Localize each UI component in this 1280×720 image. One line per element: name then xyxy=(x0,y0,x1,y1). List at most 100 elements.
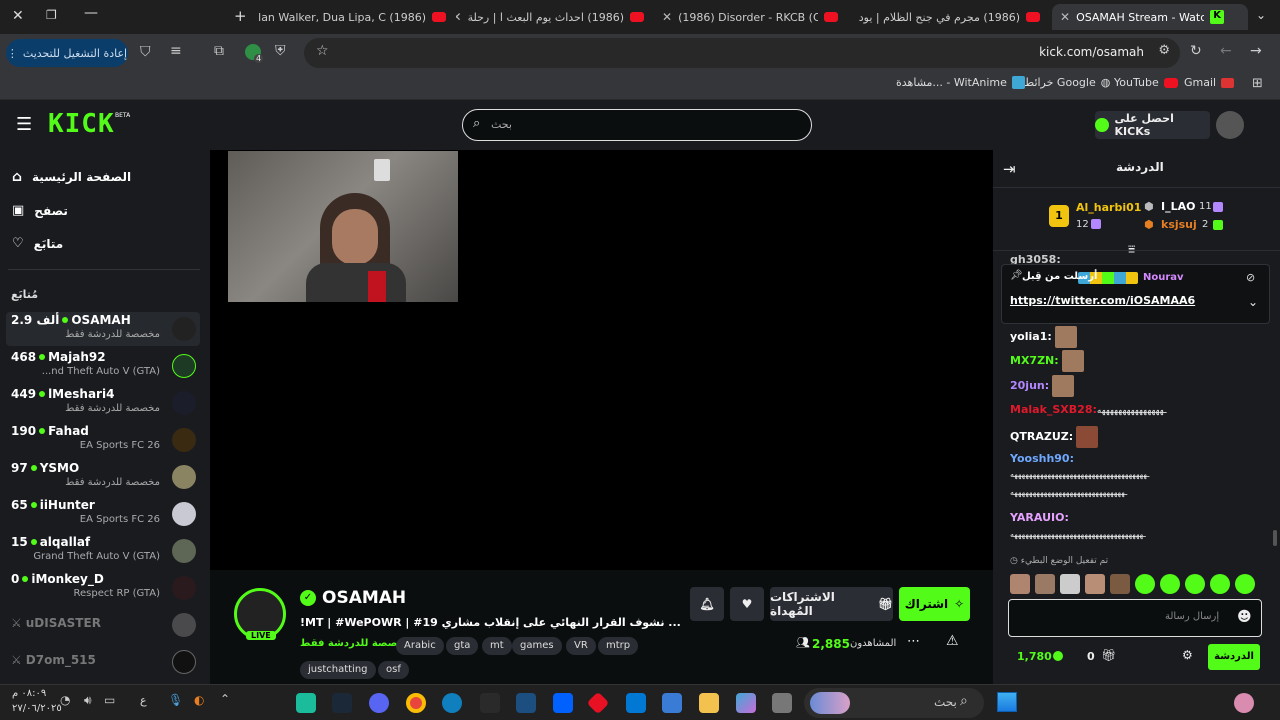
channel-imonkey-d[interactable]: 0 iMonkey_D Respect RP (GTA) xyxy=(6,571,200,605)
tag-arabic[interactable]: Arabic xyxy=(396,637,444,655)
tag-justchatting[interactable]: justchatting xyxy=(300,661,376,679)
extension-shield-icon[interactable]: ⛉ xyxy=(140,44,151,60)
expand-title-icon[interactable]: ⌄ xyxy=(634,614,645,629)
channel-alqallaf[interactable]: 15 alqallaf Grand Theft Auto V (GTA) xyxy=(6,534,200,568)
chat-username[interactable]: 20jun: xyxy=(1010,379,1049,392)
leaderboard-name[interactable]: ksjsuj xyxy=(1161,218,1197,231)
playlist-icon[interactable]: ≡ xyxy=(170,43,182,59)
leaderboard-name[interactable]: Al_harbi01 xyxy=(1076,201,1141,214)
reload-icon[interactable]: ↻ xyxy=(1190,43,1202,59)
mail-icon[interactable] xyxy=(626,693,646,713)
microphone-icon[interactable]: 🎙︎ xyxy=(168,693,183,707)
new-tab-icon[interactable]: + xyxy=(234,7,247,25)
tray-app-icon[interactable]: ◐ xyxy=(194,693,204,707)
close-tab-icon[interactable]: ✕ xyxy=(662,10,672,24)
emote-button[interactable] xyxy=(1085,574,1105,594)
address-field[interactable]: ☆ kick.com/osamah ⚙ xyxy=(304,38,1180,68)
forward-icon[interactable]: ← xyxy=(1220,43,1232,59)
file-explorer-icon[interactable] xyxy=(699,693,719,713)
notifications-button[interactable]: 🔔︎ xyxy=(690,587,724,621)
chat-input[interactable]: إرسال رسالة ☻ xyxy=(1008,599,1262,637)
task-view-icon[interactable] xyxy=(772,693,792,713)
chat-scrollbar[interactable] xyxy=(1273,530,1277,546)
url-text[interactable]: kick.com/osamah xyxy=(1039,45,1144,59)
channel-majah92[interactable]: 468 Majah92 ...nd Theft Auto V (GTA) xyxy=(6,349,200,383)
stream-category[interactable]: مخصصة للدردشة فقط xyxy=(300,638,411,649)
tag-games[interactable]: games xyxy=(512,637,562,655)
get-kicks-button[interactable]: احصل على KICKs xyxy=(1095,111,1210,139)
nav-following[interactable]: ♡ متابَع xyxy=(12,236,63,251)
copilot-icon[interactable] xyxy=(736,693,756,713)
tag-gta[interactable]: gta xyxy=(446,637,479,655)
restore-window-icon[interactable]: ❐ xyxy=(46,8,57,22)
taskbar-search[interactable]: بحث ⌕ xyxy=(804,688,984,718)
tab-mujrim[interactable]: (1986) مجرم في جنح الظلام | يود xyxy=(852,4,1048,30)
bookmark-gmail[interactable]: Gmail xyxy=(1184,76,1235,89)
chat-username[interactable]: Malak_SXB28: xyxy=(1010,403,1097,416)
store-icon[interactable] xyxy=(662,693,682,713)
subscribe-button[interactable]: اشتراك ✧ xyxy=(899,587,970,621)
chat-username[interactable]: MX7ZN: xyxy=(1010,354,1059,367)
minimize-window-icon[interactable]: — xyxy=(84,5,98,21)
tag-osf[interactable]: osf xyxy=(378,661,409,679)
emote-button[interactable] xyxy=(1185,574,1205,594)
channel-fahad[interactable]: 190 Fahad EA Sports FC 26 xyxy=(6,423,200,457)
emote-button[interactable] xyxy=(1160,574,1180,594)
app-icon-red[interactable] xyxy=(586,691,610,715)
apps-grid-icon[interactable]: ⊞ xyxy=(1252,76,1263,91)
epic-games-icon[interactable] xyxy=(480,693,500,713)
windows-start-icon[interactable] xyxy=(997,692,1017,712)
channel-udisaster[interactable]: ⚔ uDISASTER xyxy=(6,608,200,642)
leaderboard-name[interactable]: I_LAO xyxy=(1161,200,1195,213)
show-hidden-icons-icon[interactable]: ⌃ xyxy=(220,692,230,706)
pinned-link[interactable]: https://twitter.com/iOSAMAA6 xyxy=(1010,294,1195,307)
bookmark-google-maps[interactable]: خرائط Google ◍ xyxy=(1024,76,1110,89)
extensions-icon[interactable]: ⧉ xyxy=(214,43,224,59)
language-indicator[interactable]: ع xyxy=(140,694,147,707)
tab-disorder[interactable]: ✕ (1986) Disorder - RKCB (Official xyxy=(654,4,850,30)
kicks-gift-icon[interactable]: 🎁︎ xyxy=(1101,648,1116,662)
menu-icon[interactable]: ☰ xyxy=(16,114,32,135)
emote-button[interactable] xyxy=(1110,574,1130,594)
chrome-icon[interactable] xyxy=(406,693,426,713)
chat-username[interactable]: Yooshh90: xyxy=(1010,452,1074,465)
streamer-name[interactable]: OSAMAH xyxy=(322,588,406,608)
dropbox-icon[interactable] xyxy=(553,693,573,713)
share-icon[interactable]: ⋯ xyxy=(907,634,920,649)
tag-vr[interactable]: VR xyxy=(566,637,596,655)
gift-subs-button[interactable]: الاشتراكات المُهداة 🎁︎ xyxy=(770,587,893,621)
bookmark-star-icon[interactable]: ☆ xyxy=(316,43,329,59)
emote-button[interactable] xyxy=(1035,574,1055,594)
nav-home[interactable]: ⌂ الصفحة الرئيسية xyxy=(12,169,131,185)
report-icon[interactable]: ⚠ xyxy=(946,633,959,649)
channel-osamah[interactable]: 2.9 ألف OSAMAH مخصصة للدردشة فقط xyxy=(6,312,200,346)
tag-mtrp[interactable]: mtrp xyxy=(598,637,639,655)
chat-username[interactable]: yolia1: xyxy=(1010,330,1052,343)
bookmark-youtube[interactable]: YouTube xyxy=(1114,76,1178,89)
tab-alan-walker[interactable]: (1986) Alan Walker, Dua Lipa, C ✕ xyxy=(258,4,454,30)
expand-pinned-icon[interactable]: ⌄ xyxy=(1248,295,1258,309)
pinned-by-name[interactable]: Nourav xyxy=(1143,272,1184,283)
tab-ahdath[interactable]: (1986) احداث يوم البعث ا | رحلة ✕ xyxy=(456,4,652,30)
emote-button[interactable] xyxy=(1010,574,1030,594)
emoji-icon[interactable]: ☻ xyxy=(1237,609,1252,625)
close-window-icon[interactable]: ✕ xyxy=(12,8,24,24)
emote-button[interactable] xyxy=(1210,574,1230,594)
channel-d7om-515[interactable]: ⚔ D7om_515 xyxy=(6,645,200,679)
update-button[interactable]: ⋮ إعادة التشغيل للتحديث xyxy=(6,39,128,67)
clock-time[interactable]: ٠٨:٠٩ م xyxy=(12,688,46,699)
channel-lmeshari4[interactable]: 449 lMeshari4 مخصصة للدردشة فقط xyxy=(6,386,200,420)
nav-browse[interactable]: ▣ تصفح xyxy=(12,203,68,218)
network-icon[interactable]: ▭ xyxy=(104,693,115,707)
channel-points[interactable]: 1,780 xyxy=(1017,650,1052,663)
search-input[interactable]: ⌕ بحث xyxy=(462,109,812,141)
pinned-message[interactable]: ⊘ Nourav أرسلت من قِبل 📌︎ https://twitte… xyxy=(1001,264,1270,324)
notifications-tray-icon[interactable]: ◔ xyxy=(60,693,70,707)
app-icon-blue[interactable] xyxy=(516,693,536,713)
chat-send-button[interactable]: الدردشة xyxy=(1208,644,1260,670)
close-tab-icon[interactable]: ✕ xyxy=(1060,10,1070,24)
chat-username[interactable]: YARAUIO: xyxy=(1010,511,1069,524)
channel-ysmo[interactable]: 97 YSMO مخصصة للدردشة فقط xyxy=(6,460,200,494)
video-player[interactable] xyxy=(210,150,993,570)
emote-button[interactable] xyxy=(1235,574,1255,594)
